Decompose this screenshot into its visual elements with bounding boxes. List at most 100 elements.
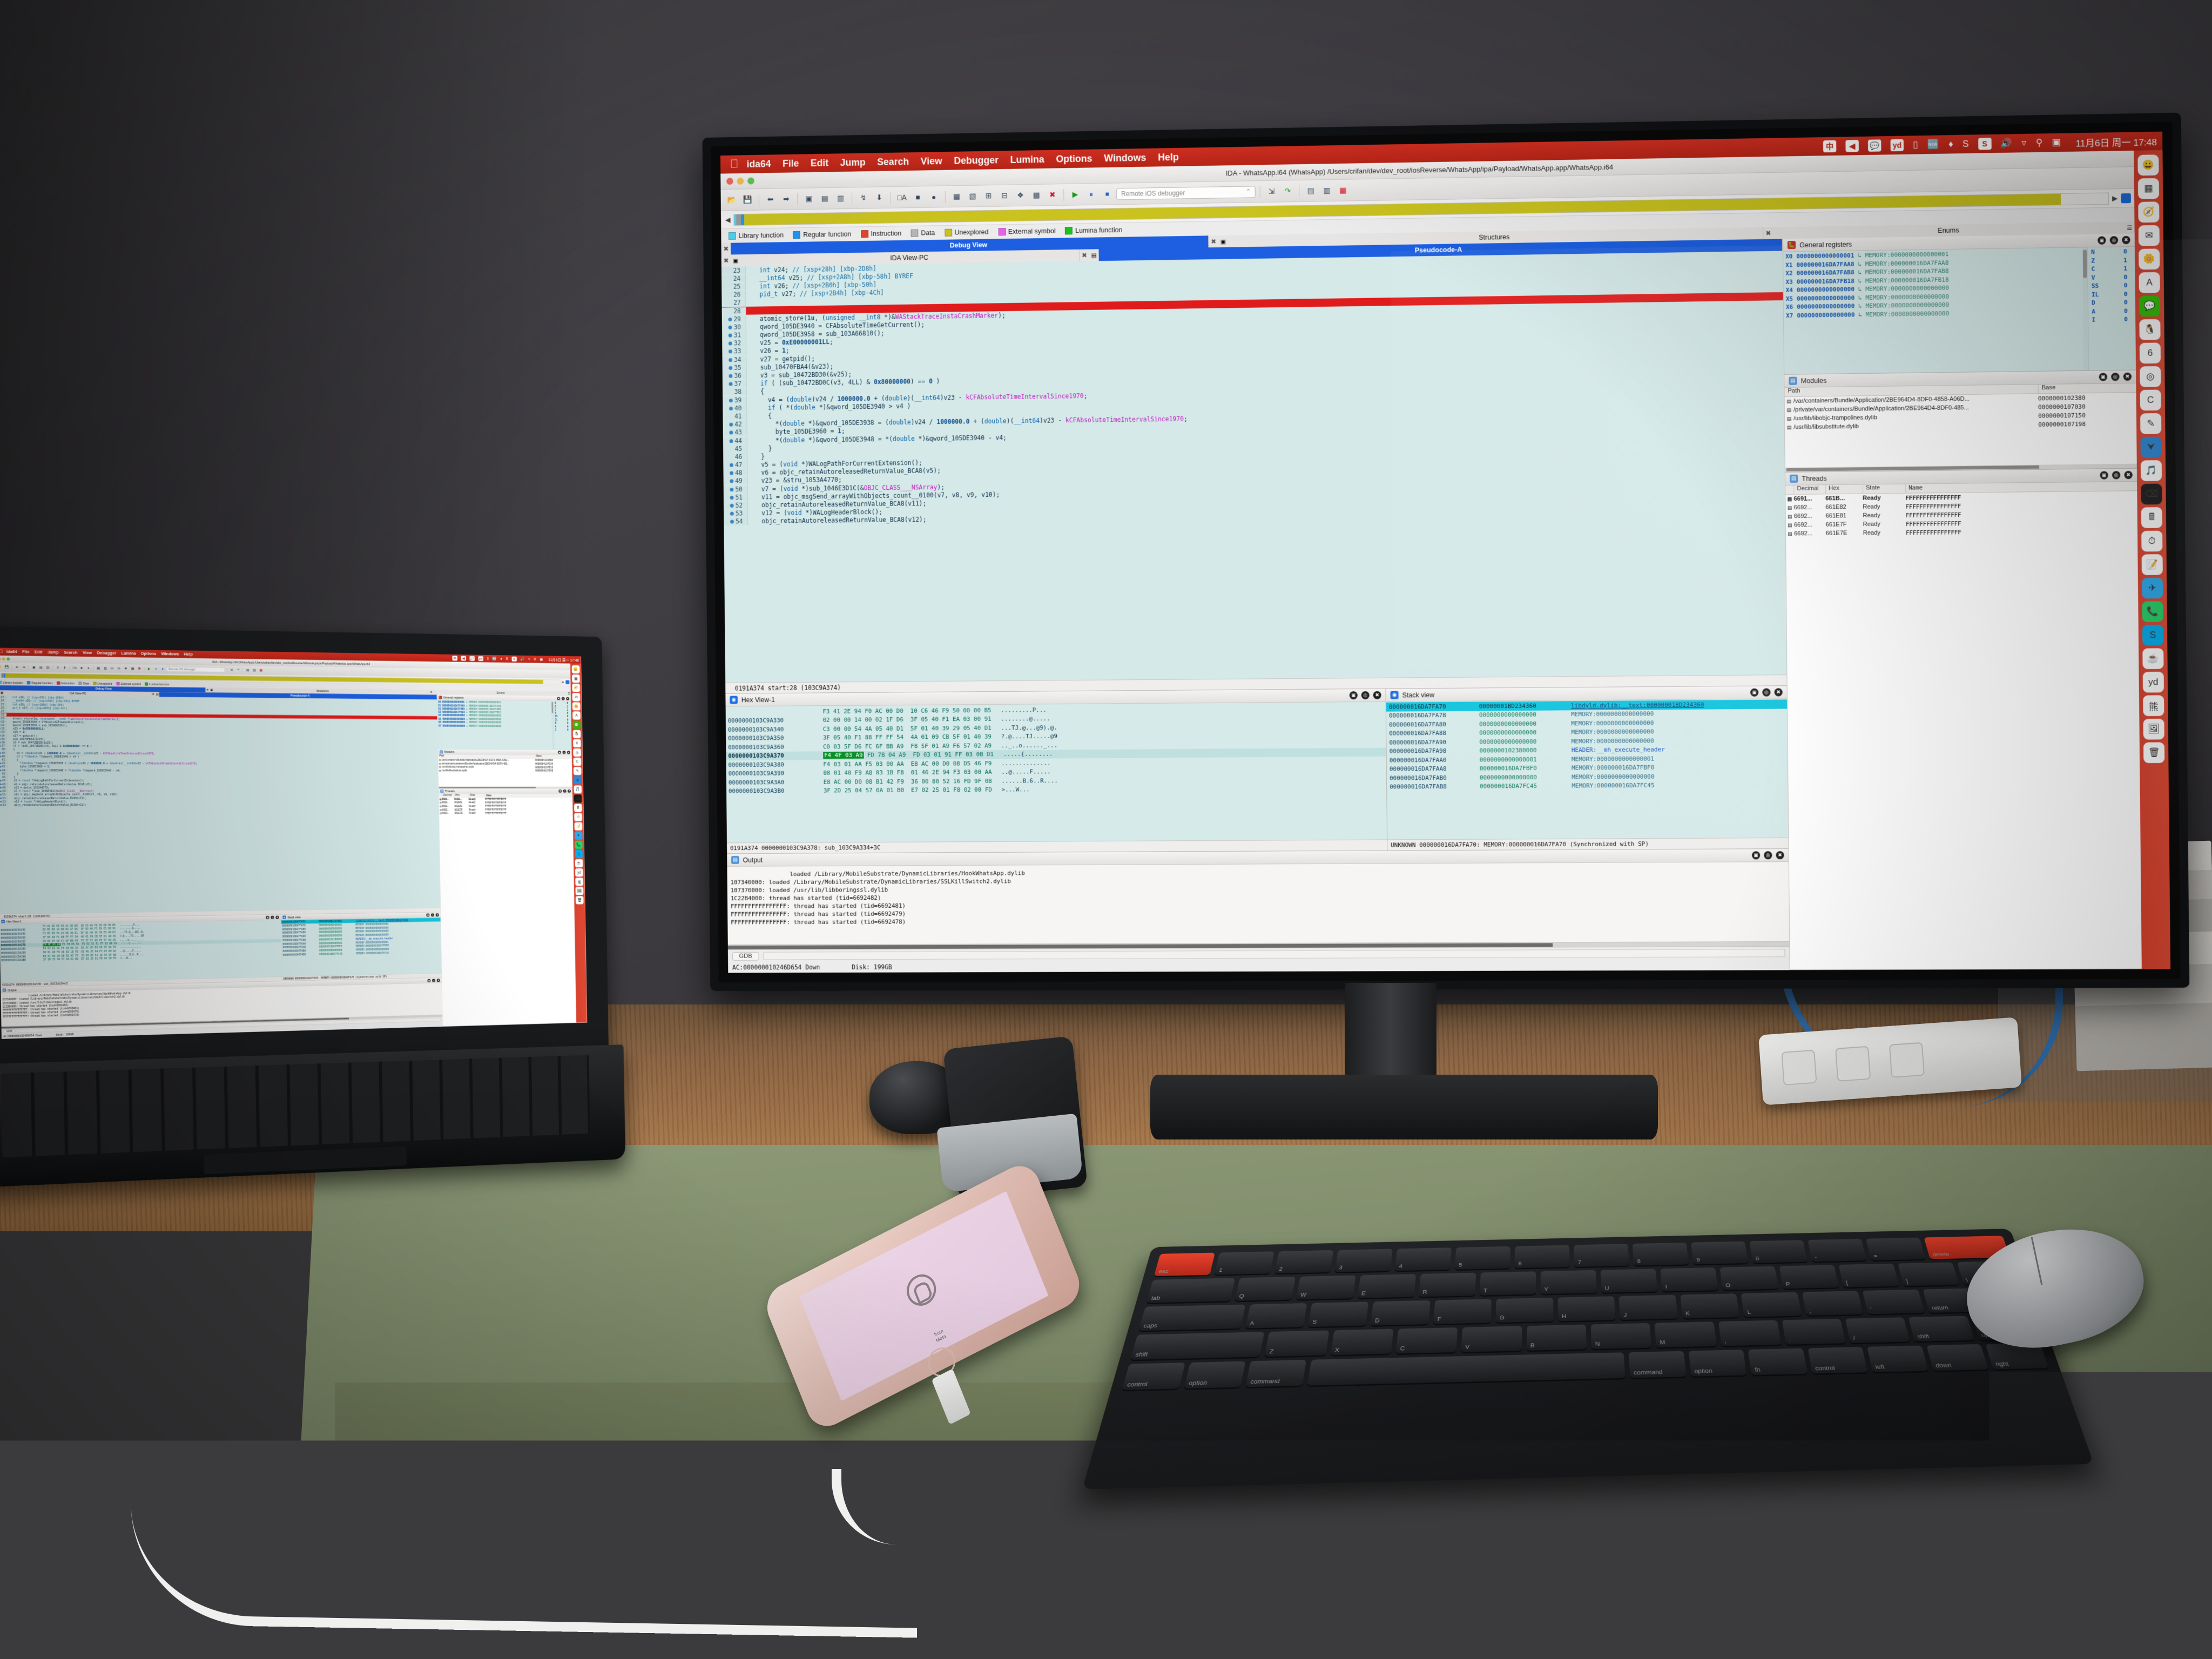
- keyboard-key[interactable]: G: [1496, 1298, 1554, 1323]
- nav-left-icon[interactable]: ◀: [724, 215, 732, 224]
- keyboard-key[interactable]: 6: [1515, 1245, 1570, 1268]
- evernote-icon[interactable]: ✎: [574, 767, 582, 775]
- menu-item-file[interactable]: File: [783, 158, 799, 169]
- tab-close-icon[interactable]: ✖: [1763, 227, 1773, 239]
- qq-icon[interactable]: 🐧: [573, 730, 581, 738]
- keyboard-key[interactable]: L: [1741, 1292, 1802, 1317]
- keyboard-key[interactable]: left: [1867, 1345, 1928, 1372]
- flag-row[interactable]: N0: [2088, 248, 2135, 257]
- clock-icon[interactable]: ⏱: [2141, 531, 2162, 552]
- stack-view-panel[interactable]: ◉ Stack view ▣ ◎ ✖ 000000016DA7FA70 00000…: [1385, 686, 1788, 850]
- safari-icon[interactable]: 🧭: [572, 684, 580, 692]
- keyboard-key[interactable]: B: [1527, 1325, 1587, 1351]
- flags-column[interactable]: N 0 Z 1 C 1 V 0 SS 0 IL 0 D 0 A 0 I 0: [2087, 247, 2136, 370]
- keyboard-key[interactable]: R: [1419, 1273, 1476, 1297]
- launchpad-icon[interactable]: ▦: [572, 675, 580, 683]
- graph-icon[interactable]: ▩: [130, 666, 136, 672]
- mechanical-keyboard[interactable]: esc 1 2 3 4 5 6 7 8 9 0- = delete tab Q W E R T Y U I O P[] \ cap…: [1082, 1229, 2094, 1489]
- youdao-icon[interactable]: yd: [2143, 672, 2164, 693]
- bluetooth-icon[interactable]: ▯: [487, 657, 489, 661]
- terminal-icon[interactable]: ⌫: [574, 794, 582, 802]
- watch-delete-icon[interactable]: ▦: [258, 667, 264, 673]
- tab-close-icon[interactable]: ✖: [1080, 249, 1089, 261]
- down-icon[interactable]: ⬇: [872, 191, 886, 205]
- keyboard-key[interactable]: Y: [1541, 1270, 1597, 1294]
- keyboard-key[interactable]: 4: [1395, 1247, 1452, 1271]
- threads-panel[interactable]: ▤ Threads ▣ ◎ ✖ Decimal Hex State Name ▤…: [1785, 469, 2142, 970]
- flag-row[interactable]: V0: [2088, 273, 2135, 282]
- keyboard-key[interactable]: J: [1619, 1295, 1678, 1320]
- telegram-icon[interactable]: ✈: [575, 832, 583, 840]
- stack-float-icon[interactable]: ◎: [431, 913, 434, 916]
- wechat-icon[interactable]: 💬: [2139, 295, 2160, 316]
- sogou-icon[interactable]: S: [1978, 138, 1992, 150]
- s-icon[interactable]: S: [505, 657, 508, 661]
- menubar-clock[interactable]: 11月6日 周一 17:48: [549, 657, 579, 663]
- threads-body[interactable]: ▤ 6691... 661B... Ready FFFFFFFFFFFFFFFF ▤ 669…: [1785, 491, 2142, 969]
- down-icon[interactable]: ⬇: [62, 665, 68, 671]
- telegram-icon[interactable]: ✈: [2142, 578, 2163, 599]
- output-panel[interactable]: ▤ Output ▣ ◎ ✖ loaded /Library/MobileSub…: [727, 848, 1789, 949]
- keyboard-key[interactable]: 7: [1574, 1244, 1629, 1267]
- func-icon[interactable]: ⊞: [981, 189, 995, 203]
- pause-icon[interactable]: ⏸: [153, 666, 159, 672]
- tab-close-icon[interactable]: ✖: [721, 243, 731, 255]
- output-dock-icon[interactable]: ▣: [1752, 851, 1760, 859]
- registers-dock-icon[interactable]: ▣: [557, 697, 560, 700]
- menu-item-ida64[interactable]: ida64: [747, 158, 771, 170]
- menu-item-options[interactable]: Options: [1056, 153, 1092, 165]
- stack-float-icon[interactable]: ◎: [1762, 688, 1770, 696]
- pseudocode-pane[interactable]: 23 int v24; // [xsp+28h] [xbp-2D8h] 24 __…: [0, 696, 441, 914]
- stack-view-body[interactable]: 000000016DA7FA70 00000001BD234360 libdyld.…: [1386, 699, 1789, 839]
- save-icon[interactable]: 💾: [4, 664, 10, 670]
- modules-close-icon[interactable]: ✖: [2123, 373, 2132, 381]
- terminal-icon[interactable]: ⌫: [2141, 484, 2162, 505]
- jump-icon[interactable]: ↯: [857, 191, 871, 205]
- trash-icon[interactable]: 🗑: [2143, 742, 2164, 763]
- nav-goto-icon[interactable]: [565, 680, 569, 684]
- data-icon[interactable]: ■: [78, 665, 84, 671]
- output-dock-icon[interactable]: ▣: [427, 979, 430, 982]
- keyboard-key[interactable]: =: [1866, 1238, 1926, 1260]
- registers-panel[interactable]: 🐛 General registers ▣ ◎ ✖ X0 00000000000…: [1783, 234, 2136, 375]
- menu-item-windows[interactable]: Windows: [161, 652, 179, 657]
- tab-close-icon[interactable]: ✖: [721, 254, 731, 266]
- threads-float-icon[interactable]: ◎: [2112, 471, 2120, 479]
- stack-close-icon[interactable]: ✖: [436, 913, 439, 916]
- registers-body[interactable]: X0 0000000000000001 ↳ MEMORY:00000000000…: [437, 700, 571, 750]
- keyboard-key[interactable]: A: [1245, 1303, 1307, 1328]
- search-icon[interactable]: ⚲: [2035, 137, 2042, 148]
- keyboard-key[interactable]: control: [1808, 1347, 1868, 1374]
- threads-panel[interactable]: ▤ Threads ▣ ◎ ✖ Decimal Hex State Name ▤…: [439, 788, 576, 1026]
- hex-view-body[interactable]: F3 41 2E 94 F0 AC 00 D0 10 C6 46 F9 50 0…: [726, 702, 1387, 843]
- keyboard-key[interactable]: V: [1461, 1326, 1522, 1352]
- names-icon[interactable]: ▣: [802, 192, 816, 206]
- display-icon[interactable]: ▣: [2052, 137, 2061, 148]
- registers-close-icon[interactable]: ✖: [566, 697, 569, 700]
- mug-icon[interactable]: ☕: [2142, 648, 2163, 669]
- code-icon[interactable]: □A: [72, 665, 78, 671]
- keyboard-key[interactable]: 3: [1335, 1249, 1393, 1272]
- data-icon[interactable]: ■: [911, 190, 925, 204]
- stack-row[interactable]: 000000016DA7FAB8 000000016DA7FC45 MEMORY:0…: [1387, 780, 1788, 792]
- pseudocode-pane[interactable]: 23 int v24; // [xsp+28h] [xbp-2D8h] 24 __…: [721, 251, 1787, 683]
- keyboard-key[interactable]: C: [1396, 1327, 1458, 1354]
- step-into-icon[interactable]: ⇲: [1264, 184, 1278, 198]
- clock-icon[interactable]: ⏱: [574, 813, 582, 821]
- apple-logo-icon[interactable]: : [730, 158, 739, 171]
- laptop-mirrored-screen[interactable]:  ida64 File Edit Jump Search View Debug…: [0, 648, 587, 1038]
- graph-icon[interactable]: ▩: [1029, 188, 1043, 202]
- threads-col-name[interactable]: Name: [485, 794, 572, 798]
- registers-list[interactable]: X0 0000000000000001 ↳ MEMORY:00000000000…: [437, 700, 552, 750]
- run-icon[interactable]: ▶: [146, 666, 152, 672]
- menu-item-help[interactable]: Help: [1158, 151, 1179, 163]
- keyboard-key[interactable]: M: [1655, 1321, 1717, 1347]
- keyboard-key[interactable]: 1: [1215, 1251, 1274, 1274]
- output-float-icon[interactable]: ◎: [432, 979, 435, 982]
- keyboard-key[interactable]: [1307, 1352, 1625, 1386]
- gdb-chip[interactable]: GDB: [3, 1029, 15, 1033]
- registers-body[interactable]: X0 0000000000000001 ↳ MEMORY:00000000000…: [1783, 247, 2136, 374]
- mail-icon[interactable]: ✉: [2139, 225, 2160, 246]
- menubar-tray[interactable]: 中 ◀ 💬 yd ▯ 🆕 ♦ S S 🔊 ▿ ⚲ ▣ 11月6日 周一 17:4…: [1823, 134, 2157, 153]
- appstore-icon[interactable]: A: [2139, 272, 2160, 293]
